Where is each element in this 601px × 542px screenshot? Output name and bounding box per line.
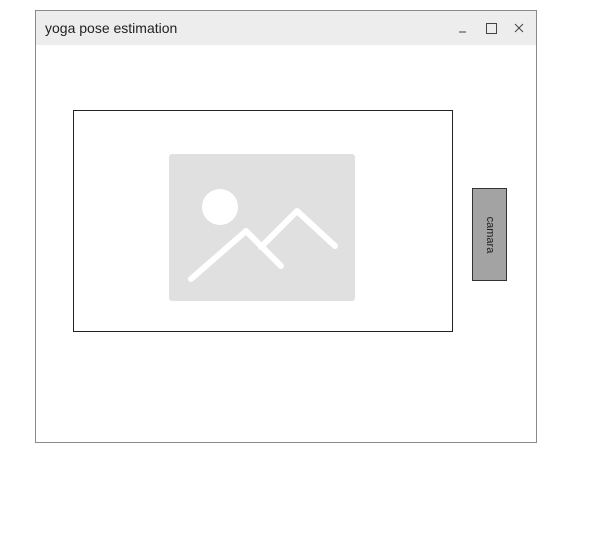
camera-button-label: camara bbox=[483, 216, 496, 253]
video-display-frame bbox=[73, 110, 453, 332]
maximize-icon bbox=[486, 23, 497, 34]
close-button[interactable] bbox=[511, 20, 527, 36]
minimize-icon bbox=[459, 31, 466, 33]
minimize-button[interactable] bbox=[455, 20, 471, 36]
app-window: yoga pose estimation camara bbox=[35, 10, 537, 443]
window-title: yoga pose estimation bbox=[45, 20, 178, 36]
close-icon bbox=[514, 23, 524, 33]
camera-button[interactable]: camara bbox=[472, 188, 507, 281]
title-bar[interactable]: yoga pose estimation bbox=[36, 11, 536, 45]
image-placeholder-icon bbox=[169, 154, 355, 301]
maximize-button[interactable] bbox=[483, 20, 499, 36]
